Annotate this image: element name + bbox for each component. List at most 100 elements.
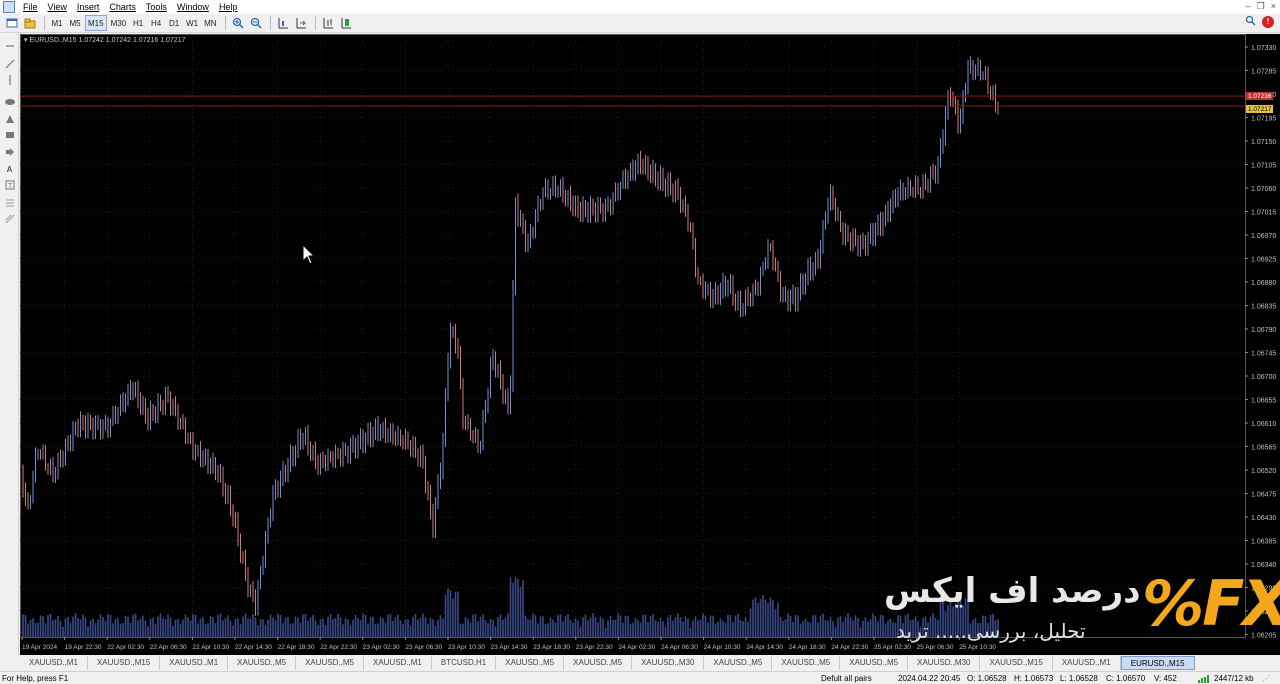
timeframe-m1-button[interactable]: M1 xyxy=(49,15,65,31)
chart-window[interactable]: 1.073301.072851.072401.071951.071501.071… xyxy=(20,34,1280,655)
time-label: 22 Apr 10:30 xyxy=(192,644,229,651)
status-traffic: 2447/12 kb xyxy=(1214,674,1254,683)
chart-tab[interactable]: XAUUSD.,M1 xyxy=(364,656,432,670)
profiles-icon[interactable] xyxy=(22,15,38,31)
chart-tab[interactable]: XAUUSD.,M5 xyxy=(704,656,773,670)
price-label: 1.07060 xyxy=(1251,186,1276,193)
fibonacci-icon[interactable] xyxy=(3,213,16,225)
chart-tab[interactable]: XAUUSD.,M30 xyxy=(632,656,705,670)
price-label: 1.06475 xyxy=(1251,492,1276,499)
ellipse-icon[interactable] xyxy=(3,96,16,108)
menu-window[interactable]: Window xyxy=(173,0,215,14)
timeframe-m5-button[interactable]: M5 xyxy=(67,15,83,31)
alert-icon[interactable]: ! xyxy=(1262,15,1274,28)
time-label: 23 Apr 02:30 xyxy=(363,644,400,651)
time-label: 24 Apr 22:30 xyxy=(831,644,868,651)
templates-icon[interactable] xyxy=(338,15,354,31)
menu-view-label: View xyxy=(47,2,67,12)
zoom-in-icon[interactable] xyxy=(230,15,246,31)
timeframe-m30-button[interactable]: M30 xyxy=(109,15,129,31)
price-label: 1.06925 xyxy=(1251,257,1276,264)
restore-icon[interactable]: ❐ xyxy=(1257,1,1265,12)
menu-tools[interactable]: Tools xyxy=(142,0,173,14)
status-help: For Help, press F1 xyxy=(2,674,69,683)
menu-view[interactable]: View xyxy=(44,0,73,14)
app-icon xyxy=(3,1,15,13)
status-open: O: 1.06528 xyxy=(967,674,1007,683)
menu-file-label: File xyxy=(23,2,38,12)
chart-tab[interactable]: XAUUSD.,M1 xyxy=(160,656,229,670)
chart-tab[interactable]: XAUUSD.,M5 xyxy=(564,656,633,670)
time-label: 23 Apr 18:30 xyxy=(533,644,570,651)
mouse-cursor-icon xyxy=(302,244,316,265)
timeframe-h1-button[interactable]: H1 xyxy=(130,15,146,31)
status-close: C: 1.06570 xyxy=(1106,674,1146,683)
channel-icon[interactable] xyxy=(3,196,16,208)
menu-charts[interactable]: Charts xyxy=(105,0,142,14)
text-tool-icon[interactable]: A xyxy=(3,163,16,175)
status-volume: V: 452 xyxy=(1154,674,1177,683)
zoom-out-icon[interactable] xyxy=(248,15,264,31)
time-label: 22 Apr 06:30 xyxy=(150,644,187,651)
chart-shift-icon[interactable] xyxy=(275,15,291,31)
close-icon[interactable]: × xyxy=(1271,1,1276,12)
vertical-line-icon[interactable] xyxy=(3,74,16,86)
chart-tab[interactable]: XAUUSD.,M5 xyxy=(296,656,364,670)
price-label: 1.06610 xyxy=(1251,421,1276,428)
chart-tab[interactable]: XAUUSD.,M15 xyxy=(980,656,1053,670)
time-label: 24 Apr 02:30 xyxy=(618,644,655,651)
timeframe-m15-button[interactable]: M15 xyxy=(85,15,107,31)
chart-tab[interactable]: EURUSD.,M15 xyxy=(1120,656,1195,670)
chart-tabs: XAUUSD.,M1 XAUUSD.,M15 XAUUSD.,M1 XAUUSD.,M… xyxy=(20,656,1280,670)
auto-scroll-icon[interactable] xyxy=(293,15,309,31)
timeframe-d1-button[interactable]: D1 xyxy=(166,15,182,31)
minimize-icon[interactable]: – xyxy=(1246,1,1251,12)
menu-help[interactable]: Help xyxy=(215,0,244,14)
chart-tab[interactable]: XAUUSD.,M5 xyxy=(496,656,565,670)
new-chart-icon[interactable] xyxy=(4,15,20,31)
chart-tab[interactable]: XAUUSD.,M30 xyxy=(908,656,981,670)
logo-subtitle: تحلیل، بررسی..... ترید xyxy=(896,619,1086,643)
trendline-icon[interactable] xyxy=(3,58,16,70)
menu-file[interactable]: File xyxy=(19,0,44,14)
connection-icon xyxy=(1198,674,1209,683)
time-label: 23 Apr 10:30 xyxy=(448,644,485,651)
chart-tab[interactable]: XAUUSD.,M1 xyxy=(20,656,88,670)
menu-insert[interactable]: Insert xyxy=(73,0,106,14)
chart-header-text: EURUSD.,M15 1.07242 1.07242 1.07216 1.07… xyxy=(29,37,186,44)
time-label: 24 Apr 10:30 xyxy=(704,644,741,651)
menu-bar: File View Insert Charts Tools Window Hel… xyxy=(0,0,1280,14)
arrow-tool-icon[interactable] xyxy=(3,146,16,158)
time-label: 19 Apr 2024 xyxy=(22,644,57,651)
status-profile: Defult all pairs xyxy=(821,674,872,683)
status-high: H: 1.06573 xyxy=(1014,674,1054,683)
chart-tab[interactable]: XAUUSD.,M1 xyxy=(1053,656,1121,670)
logo-title: درصد اف ایکس xyxy=(884,571,1141,611)
menu-help-label: Help xyxy=(218,2,238,12)
indicators-icon[interactable] xyxy=(320,15,336,31)
price-label: 1.06790 xyxy=(1251,327,1276,334)
rectangle-icon[interactable] xyxy=(3,129,16,141)
timeframe-h4-button[interactable]: H4 xyxy=(148,15,164,31)
current-price-label: 1.07217 xyxy=(1248,106,1272,113)
status-connection: 2447/12 kb xyxy=(1198,674,1254,683)
price-label: 1.06745 xyxy=(1251,351,1276,358)
time-label: 22 Apr 14:30 xyxy=(235,644,272,651)
chart-tab[interactable]: BTCUSD,H1 xyxy=(432,656,497,670)
time-label: 23 Apr 22:30 xyxy=(576,644,613,651)
chart-tab[interactable]: XAUUSD.,M15 xyxy=(88,656,161,670)
price-label: 1.06700 xyxy=(1251,374,1276,381)
cursor-icon[interactable] xyxy=(3,40,16,52)
toolbar-separator xyxy=(269,16,271,30)
chart-tab[interactable]: XAUUSD.,M5 xyxy=(228,656,297,670)
price-label: 1.06835 xyxy=(1251,304,1276,311)
toolbar: M1 M5 M15 M30 H1 H4 D1 W1 MN ! xyxy=(0,14,1280,33)
timeframe-mn-button[interactable]: MN xyxy=(202,15,218,31)
chart-tab[interactable]: XAUUSD.,M5 xyxy=(840,656,909,670)
chart-tab[interactable]: XAUUSD.,M5 xyxy=(772,656,841,670)
price-chart[interactable]: 1.073301.072851.072401.071951.071501.071… xyxy=(20,34,1280,655)
text-label-icon[interactable]: T xyxy=(3,179,16,191)
search-icon[interactable] xyxy=(1245,15,1256,28)
triangle-icon[interactable] xyxy=(3,113,16,125)
timeframe-w1-button[interactable]: W1 xyxy=(184,15,200,31)
